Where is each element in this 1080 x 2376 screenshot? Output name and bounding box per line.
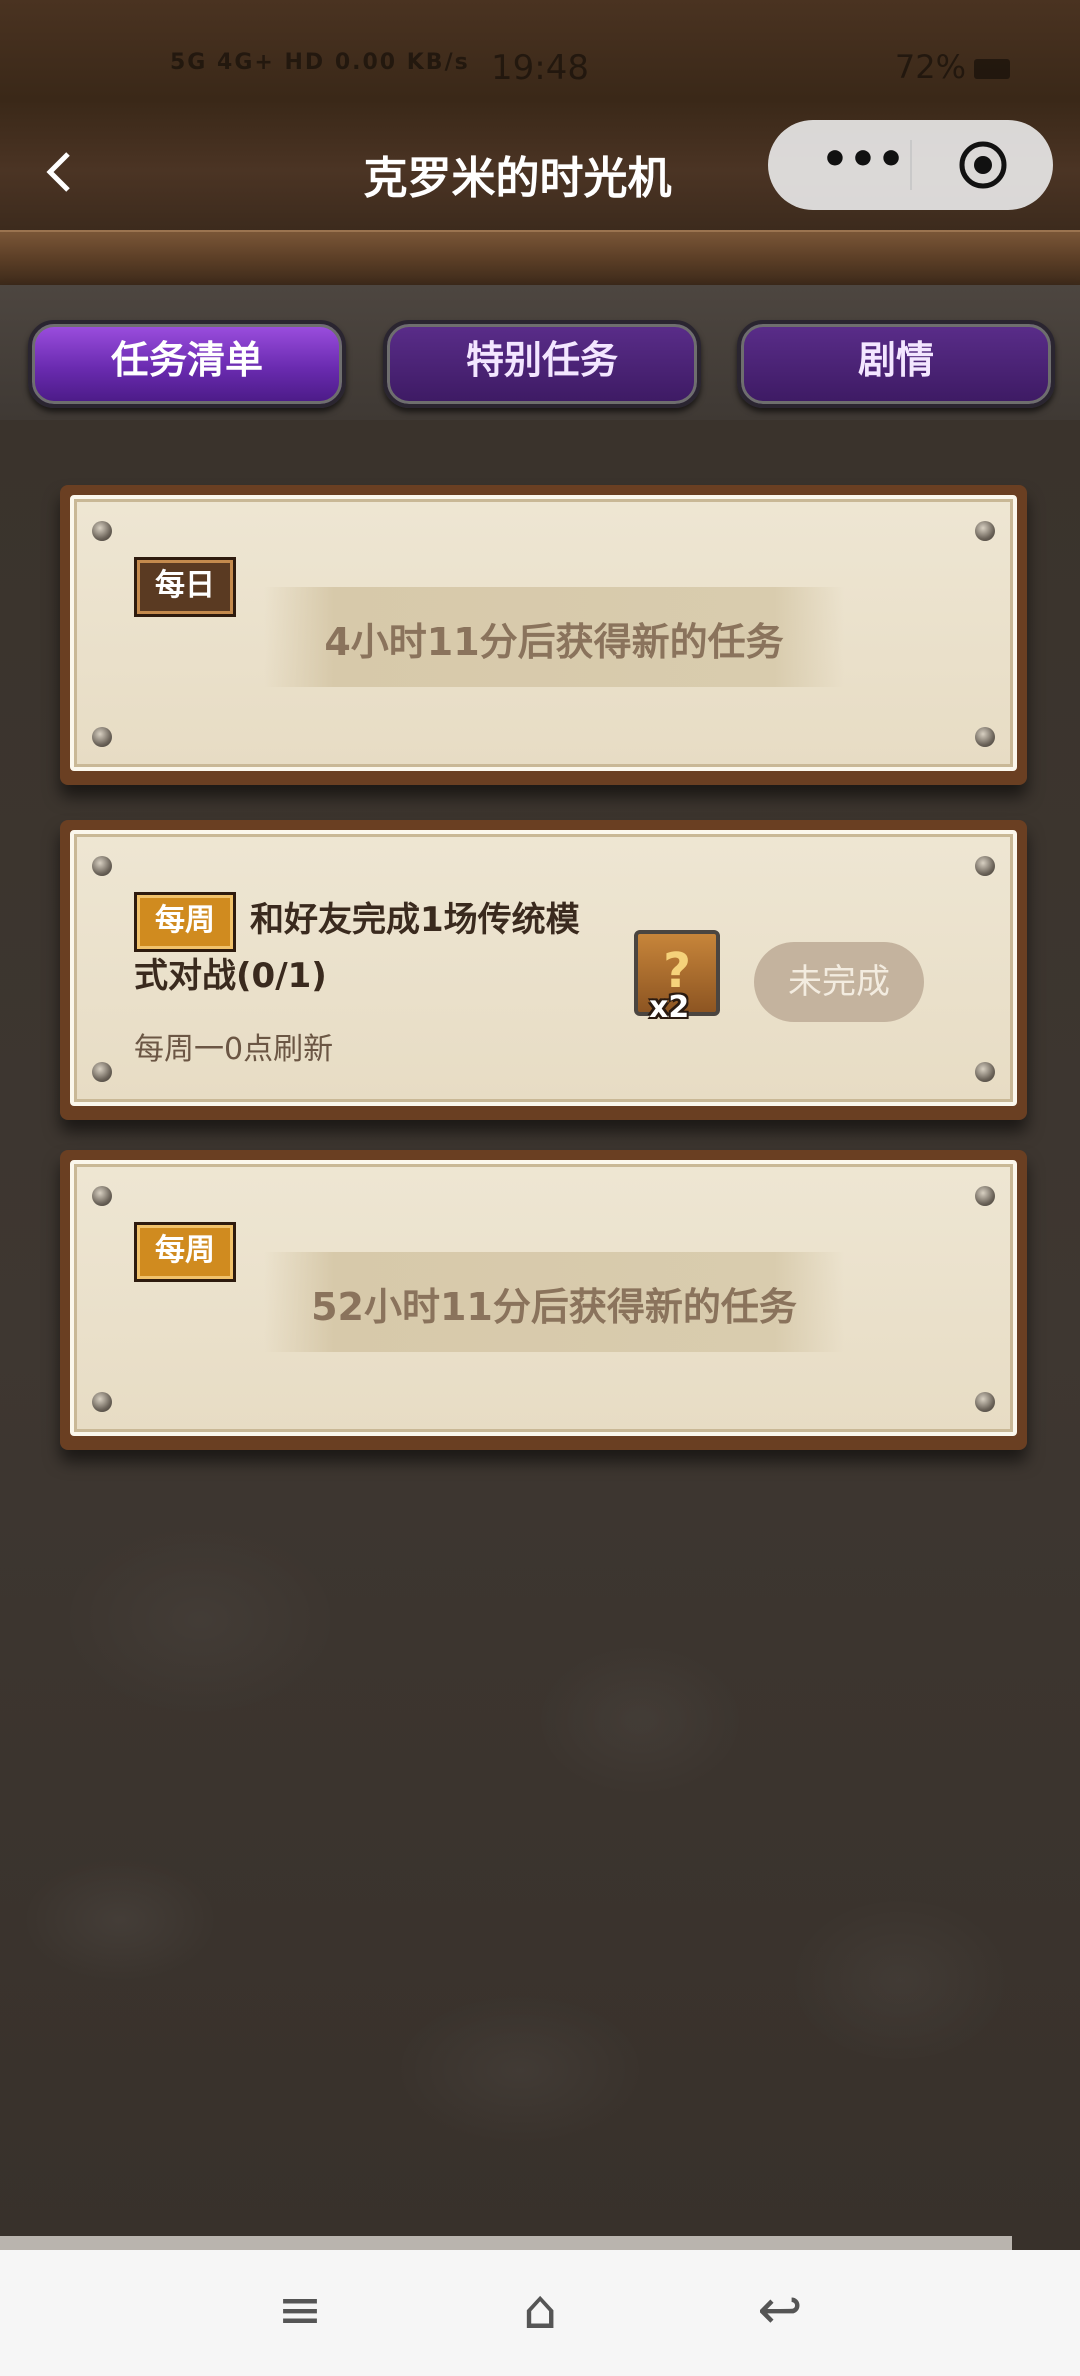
- system-nav-bar: ≡ ⌂ ↩: [0, 2250, 1080, 2376]
- countdown-banner: 4小时11分后获得新的任务: [264, 587, 844, 687]
- back-nav-button[interactable]: ↩: [745, 2280, 815, 2340]
- header-wood-strip: [0, 230, 1080, 287]
- weekly-countdown-card: 每周 52小时11分后获得新的任务: [60, 1150, 1027, 1450]
- rivet-icon: [975, 727, 995, 747]
- tab-task-list[interactable]: 任务清单: [28, 320, 346, 408]
- incomplete-status-button[interactable]: 未完成: [754, 942, 924, 1022]
- rivet-icon: [92, 1392, 112, 1412]
- mini-program-capsule: •••: [768, 120, 1053, 210]
- weekly-badge: 每周: [134, 892, 236, 952]
- reward-count: x2: [649, 990, 690, 1025]
- menu-button[interactable]: ≡: [265, 2280, 335, 2340]
- battery-status: 72%: [895, 48, 1010, 86]
- daily-countdown-text: 4小时11分后获得新的任务: [324, 620, 784, 664]
- weekly-task-card: 每周 和好友完成1场传统模 式对战(0/1) 每周一0点刷新 ? x2 未完成: [60, 820, 1027, 1120]
- weekly-badge: 每周: [134, 1222, 236, 1282]
- weekly-countdown-text: 52小时11分后获得新的任务: [311, 1285, 797, 1329]
- battery-icon: [974, 59, 1010, 79]
- title-bar: 克罗米的时光机 •••: [0, 120, 1080, 220]
- task-title-continued: 式对战(0/1): [134, 956, 327, 996]
- home-button[interactable]: ⌂: [505, 2280, 575, 2340]
- rivet-icon: [975, 521, 995, 541]
- home-icon: ⌂: [522, 2278, 558, 2341]
- rivet-icon: [975, 1392, 995, 1412]
- rivet-icon: [92, 521, 112, 541]
- tab-special-tasks[interactable]: 特别任务: [383, 320, 701, 408]
- card-panel: 每日 4小时11分后获得新的任务: [70, 495, 1017, 771]
- rivet-icon: [975, 1186, 995, 1206]
- rivet-icon: [92, 1062, 112, 1082]
- battery-level: 72%: [894, 48, 966, 86]
- close-button[interactable]: [958, 140, 1008, 190]
- tab-story-label: 剧情: [857, 338, 934, 382]
- rivet-icon: [92, 1186, 112, 1206]
- tab-special-tasks-label: 特别任务: [465, 338, 618, 382]
- rivet-icon: [975, 856, 995, 876]
- task-title: 和好友完成1场传统模: [250, 900, 580, 940]
- daily-badge: 每日: [134, 557, 236, 617]
- card-panel: 每周 52小时11分后获得新的任务: [70, 1160, 1017, 1436]
- rivet-icon: [92, 856, 112, 876]
- daily-task-card: 每日 4小时11分后获得新的任务: [60, 485, 1027, 785]
- capsule-divider: [910, 140, 912, 190]
- rivet-icon: [92, 727, 112, 747]
- tab-story[interactable]: 剧情: [737, 320, 1055, 408]
- rivet-icon: [975, 1062, 995, 1082]
- tab-bar: 任务清单 特别任务 剧情: [0, 285, 1080, 420]
- scroll-indicator: [0, 2236, 1012, 2250]
- more-icon: •••: [820, 134, 906, 185]
- menu-icon: ≡: [277, 2278, 323, 2341]
- back-icon: ↩: [757, 2278, 803, 2341]
- tab-task-list-label: 任务清单: [110, 338, 263, 382]
- refresh-note: 每周一0点刷新: [134, 1032, 334, 1067]
- more-button[interactable]: •••: [808, 136, 918, 192]
- countdown-banner: 52小时11分后获得新的任务: [264, 1252, 844, 1352]
- status-bar: 5G 4G+ HD 0.00 KB/s 19:48 72%: [0, 0, 1080, 120]
- card-panel: 每周 和好友完成1场传统模 式对战(0/1) 每周一0点刷新 ? x2 未完成: [70, 830, 1017, 1106]
- target-icon: [959, 141, 1007, 189]
